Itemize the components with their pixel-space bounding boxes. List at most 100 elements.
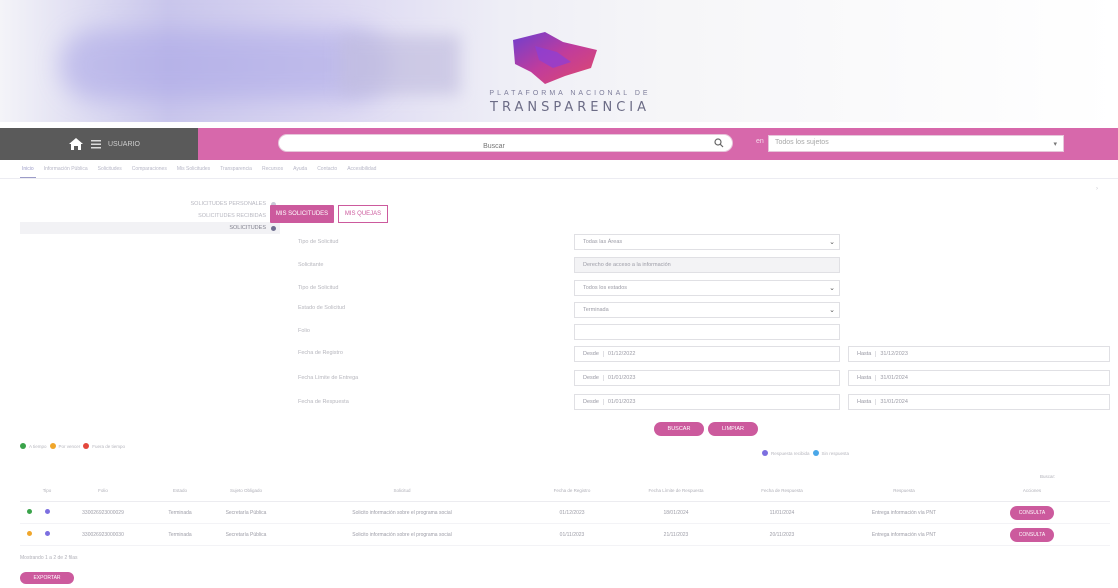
date-value: 01/12/2022	[607, 351, 636, 357]
status-dot-icon	[26, 531, 32, 536]
side-item-solicitudes[interactable]: SOLICITUDES	[20, 222, 280, 234]
consulta-button[interactable]: CONSULTA	[1010, 527, 1054, 542]
chevron-down-icon: ⌄	[829, 239, 835, 246]
brand-line2: TRANSPARENCIA	[490, 100, 650, 115]
records-info: Mostrando 1 a 2 de 2 filas	[20, 555, 78, 561]
cell-respuesta-fecha: 11/01/2024	[769, 509, 795, 516]
field-label: Tipo de Solicitud	[298, 285, 339, 291]
table-search-label: Buscar:	[1040, 474, 1056, 479]
date-prefix: Desde	[583, 399, 604, 405]
cell-limite: 21/11/2023	[663, 531, 689, 538]
field-label: Tipo de Solicitud	[298, 239, 339, 245]
date-value: 01/01/2023	[607, 375, 636, 381]
field-label: Fecha de Respuesta	[298, 399, 349, 405]
tab-accesibilidad[interactable]: Accesibilidad	[345, 166, 378, 178]
column-header[interactable]: Solicitud	[282, 488, 522, 493]
cell-registro: 01/12/2023	[559, 509, 585, 516]
user-label[interactable]: USUARIO	[108, 141, 140, 148]
column-header[interactable]: Respuesta	[834, 488, 974, 493]
purple-dot-icon	[762, 450, 768, 456]
header-banner: PLATAFORMA NACIONAL DE TRANSPARENCIA	[0, 0, 1118, 122]
column-header[interactable]: Tipo	[38, 488, 56, 493]
select-value: Todas las Áreas	[583, 239, 623, 245]
tab-solicitudes[interactable]: Solicitudes	[96, 166, 124, 178]
mis-quejas-button[interactable]: MIS QUEJAS	[338, 205, 388, 223]
status-dot-icon	[26, 509, 32, 514]
consulta-button[interactable]: CONSULTA	[1010, 505, 1054, 520]
select-value: Todos los estados	[583, 285, 628, 291]
column-header[interactable]: Fecha de Registro	[522, 488, 622, 493]
chevron-down-icon: ▾	[1053, 141, 1057, 148]
scope-select[interactable]: Todos los sujetos ▾	[768, 135, 1064, 152]
fecha-limite-hasta[interactable]: Hasta 31/01/2024	[848, 370, 1110, 386]
top-tabs: Inicio Información Pública Solicitudes C…	[20, 166, 1110, 178]
field-label: Folio	[298, 328, 310, 334]
tipo-select[interactable]: Todas las Áreas ⌄	[574, 234, 840, 250]
column-header[interactable]: Fecha Límite de Respuesta	[622, 488, 730, 493]
chevron-down-icon: ⌄	[829, 285, 835, 292]
field-label: Estado de Solicitud	[298, 305, 346, 311]
bullet-icon	[271, 225, 276, 231]
folio-input[interactable]	[574, 324, 840, 340]
date-value: 31/01/2024	[880, 399, 908, 405]
tab-inicio[interactable]: Inicio	[20, 166, 36, 178]
cell-estado: Terminada	[168, 531, 192, 538]
table-row: 330026923000029 Terminada Secretaría Púb…	[20, 502, 1110, 524]
fecha-registro-hasta[interactable]: Hasta 31/12/2023	[848, 346, 1110, 362]
fecha-respuesta-desde[interactable]: Desde 01/01/2023	[574, 394, 840, 410]
column-header[interactable]: Sujeto Obligado	[210, 488, 282, 493]
pnt-logo-icon	[513, 32, 597, 84]
date-prefix: Desde	[583, 375, 604, 381]
cell-sujeto: Secretaría Pública	[225, 531, 267, 538]
column-header[interactable]: Folio	[56, 488, 150, 493]
en-label: en	[756, 138, 764, 145]
cell-solicitud: Solicito información sobre el programa s…	[352, 509, 452, 516]
search-icon[interactable]	[714, 138, 724, 148]
scope-select-value: Todos los sujetos	[775, 139, 829, 146]
legend-label: A tiempo	[29, 443, 47, 449]
chevron-down-icon: ⌄	[829, 307, 835, 314]
date-prefix: Desde	[583, 351, 604, 357]
tab-recursos[interactable]: Recursos	[260, 166, 285, 178]
fecha-limite-desde[interactable]: Desde 01/01/2023	[574, 370, 840, 386]
select-value: Terminada	[583, 307, 609, 313]
column-header[interactable]: Estado	[150, 488, 210, 493]
menu-icon[interactable]	[90, 138, 102, 150]
tab-comparaciones[interactable]: Comparaciones	[130, 166, 169, 178]
cell-respuesta-fecha: 20/11/2023	[769, 531, 795, 538]
side-item-recibidas[interactable]: SOLICITUDES RECIBIDAS	[20, 210, 280, 222]
tab-informacion[interactable]: Información Pública	[42, 166, 90, 178]
response-dot-icon	[44, 531, 50, 536]
legend-label: Respuesta recibida	[771, 450, 810, 456]
blue-dot-icon	[812, 450, 819, 456]
cell-estado: Terminada	[168, 509, 192, 516]
side-item-label: SOLICITUDES PERSONALES	[190, 201, 267, 207]
fecha-registro-desde[interactable]: Desde 01/12/2022	[574, 346, 840, 362]
home-icon[interactable]	[68, 137, 84, 151]
response-dot-icon	[44, 509, 50, 514]
search-input[interactable]	[279, 138, 709, 155]
tab-mis-solicitudes[interactable]: Mis Solicitudes	[175, 166, 212, 178]
cell-registro: 01/11/2023	[559, 531, 585, 538]
limpiar-button[interactable]: LIMPIAR	[708, 422, 758, 436]
estado-select[interactable]: Todos los estados ⌄	[574, 280, 840, 296]
tab-transparencia[interactable]: Transparencia	[218, 166, 254, 178]
estado-solicitud-select[interactable]: Terminada ⌄	[574, 302, 840, 318]
banner-decoration	[340, 35, 460, 95]
tab-contacto[interactable]: Contacto	[315, 166, 339, 178]
collapse-icon[interactable]: ›	[1096, 186, 1098, 192]
mis-solicitudes-button[interactable]: MIS SOLICITUDES	[270, 205, 334, 223]
tab-ayuda[interactable]: Ayuda	[291, 166, 309, 178]
date-prefix: Hasta	[857, 375, 877, 381]
buscar-button[interactable]: BUSCAR	[654, 422, 704, 436]
main-navbar: USUARIO en Todos los sujetos ▾	[0, 128, 1118, 160]
cell-folio: 330026923000030	[82, 531, 124, 538]
side-menu: SOLICITUDES PERSONALES SOLICITUDES RECIB…	[20, 198, 280, 234]
exportar-button[interactable]: EXPORTAR	[20, 572, 74, 584]
date-prefix: Hasta	[857, 399, 877, 405]
cell-respuesta: Entrega información vía PNT	[871, 531, 937, 538]
side-item-personales[interactable]: SOLICITUDES PERSONALES	[20, 198, 280, 210]
column-header[interactable]: Fecha de Respuesta	[730, 488, 834, 493]
green-dot-icon	[20, 443, 26, 449]
fecha-respuesta-hasta[interactable]: Hasta 31/01/2024	[848, 394, 1110, 410]
